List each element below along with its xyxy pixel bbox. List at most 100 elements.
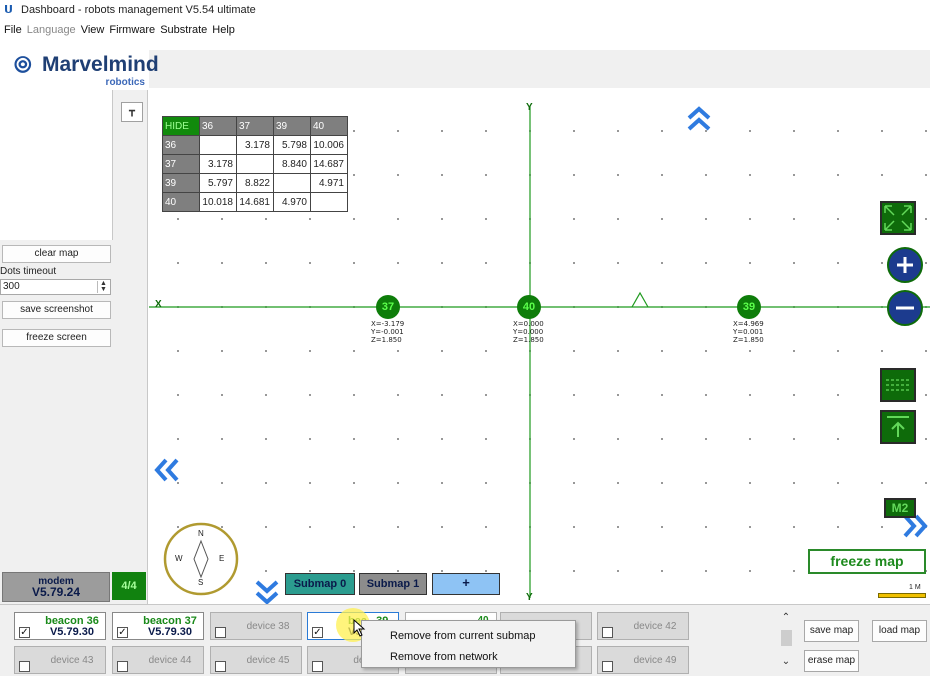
table-header-cell: 39	[273, 116, 311, 136]
grid-dot	[441, 526, 443, 528]
menu-view[interactable]: View	[81, 24, 110, 36]
freeze-screen-button[interactable]: freeze screen	[2, 329, 111, 347]
device-card-43[interactable]: device 43	[14, 646, 106, 674]
grid-dot	[485, 174, 487, 176]
menu-file[interactable]: File	[4, 24, 27, 36]
device-card-beacon-37[interactable]: ✓ beacon 37 V5.79.30	[112, 612, 204, 640]
grid-dot	[617, 482, 619, 484]
save-screenshot-button[interactable]: save screenshot	[2, 301, 111, 319]
erase-map-button[interactable]: erase map	[804, 650, 859, 672]
device-name: device 43	[50, 655, 94, 666]
window-title: Dashboard - robots management V5.54 ulti…	[21, 4, 256, 16]
menu-language[interactable]: Language	[27, 24, 81, 36]
device-checkbox[interactable]: ✓	[117, 627, 128, 638]
device-checkbox[interactable]	[117, 661, 128, 672]
device-scroll-up-icon[interactable]: ⌃	[780, 612, 792, 624]
compass-s: S	[198, 578, 204, 587]
grid-dot	[177, 218, 179, 220]
grid-dot	[793, 174, 795, 176]
dots-timeout-input[interactable]: 300 ▲ ▼	[0, 279, 111, 295]
scroll-left-arrows-icon[interactable]	[152, 457, 182, 483]
grid-dot	[353, 130, 355, 132]
grid-dot	[661, 174, 663, 176]
beacon-node-39[interactable]: 39	[737, 295, 761, 319]
zoom-in-button[interactable]	[887, 247, 923, 283]
device-card-beacon-36[interactable]: ✓ beacon 36 V5.79.30	[14, 612, 106, 640]
grid-dot	[177, 262, 179, 264]
beacon-node-40[interactable]: 40	[517, 295, 541, 319]
device-checkbox[interactable]: ✓	[312, 627, 323, 638]
grid-dot	[485, 570, 487, 572]
grid-dot	[661, 570, 663, 572]
beacon-coords-37: X=-3.179 Y=-0.001 Z=1.850	[371, 320, 404, 344]
table-header-row: HIDE 36 37 39 40	[162, 116, 348, 136]
scroll-down-arrows-icon[interactable]	[254, 577, 280, 607]
grid-dot	[925, 394, 927, 396]
device-checkbox[interactable]	[215, 661, 226, 672]
remove-from-submap-menu-item[interactable]: Remove from current submap	[390, 630, 536, 642]
grid-dot	[925, 438, 927, 440]
table-cell	[236, 154, 274, 174]
axis-orientation-icon[interactable]: ┳	[121, 102, 143, 122]
device-scrollbar-thumb[interactable]	[781, 630, 792, 646]
layers-button[interactable]	[880, 368, 916, 402]
grid-dot	[221, 394, 223, 396]
freeze-map-button[interactable]: freeze map	[808, 549, 926, 574]
grid-dot	[353, 526, 355, 528]
grid-dot	[617, 570, 619, 572]
zoom-out-button[interactable]	[887, 290, 923, 326]
coord-z: Z=1.850	[371, 336, 402, 344]
device-scroll-down-icon[interactable]: ⌄	[780, 656, 792, 668]
grid-dot	[661, 130, 663, 132]
add-submap-button[interactable]: +	[432, 573, 500, 595]
device-checkbox[interactable]	[19, 661, 30, 672]
grid-dot	[309, 262, 311, 264]
grid-dot	[485, 526, 487, 528]
hide-table-button[interactable]: HIDE	[162, 116, 200, 136]
grid-dot	[397, 526, 399, 528]
grid-dot	[793, 218, 795, 220]
grid-dot	[397, 218, 399, 220]
grid-dot	[749, 570, 751, 572]
device-card-44[interactable]: device 44	[112, 646, 204, 674]
spin-arrows-icon[interactable]: ▲ ▼	[97, 280, 109, 293]
menu-substrate[interactable]: Substrate	[160, 24, 212, 36]
load-map-button[interactable]: load map	[872, 620, 927, 642]
grid-dot	[441, 482, 443, 484]
upload-button[interactable]	[880, 410, 916, 444]
device-card-45[interactable]: device 45	[210, 646, 302, 674]
table-header-cell: 40	[310, 116, 348, 136]
grid-dot	[353, 218, 355, 220]
menu-firmware[interactable]: Firmware	[109, 24, 160, 36]
modem-button[interactable]: modem V5.79.24	[2, 572, 110, 602]
menu-help[interactable]: Help	[212, 24, 240, 36]
remove-from-network-menu-item[interactable]: Remove from network	[390, 651, 498, 663]
device-card-42[interactable]: device 42	[597, 612, 689, 640]
device-card-49[interactable]: device 49	[597, 646, 689, 674]
m2-button[interactable]: M2	[884, 498, 916, 518]
logo-subtitle: robotics	[105, 77, 145, 88]
grid-dot	[837, 174, 839, 176]
device-checkbox[interactable]	[215, 627, 226, 638]
device-checkbox[interactable]	[602, 661, 613, 672]
device-card-38[interactable]: device 38	[210, 612, 302, 640]
grid-dot	[397, 438, 399, 440]
grid-dot	[837, 438, 839, 440]
coord-x: X=4.969	[733, 320, 764, 328]
grid-dot	[793, 394, 795, 396]
submap-1-tab[interactable]: Submap 1	[359, 573, 427, 595]
grid-dot	[397, 130, 399, 132]
scroll-up-arrows-icon[interactable]	[686, 105, 712, 135]
device-checkbox[interactable]	[312, 661, 323, 672]
device-checkbox[interactable]: ✓	[19, 627, 30, 638]
row-header-cell: 37	[162, 154, 200, 174]
grid-dot	[265, 438, 267, 440]
device-checkbox[interactable]	[602, 627, 613, 638]
fit-to-screen-button[interactable]	[880, 201, 916, 235]
grid-dot	[749, 482, 751, 484]
clear-map-button[interactable]: clear map	[2, 245, 111, 263]
beacon-node-37[interactable]: 37	[376, 295, 400, 319]
submap-0-tab[interactable]: Submap 0	[285, 573, 355, 595]
grid-dot	[309, 570, 311, 572]
save-map-button[interactable]: save map	[804, 620, 859, 642]
